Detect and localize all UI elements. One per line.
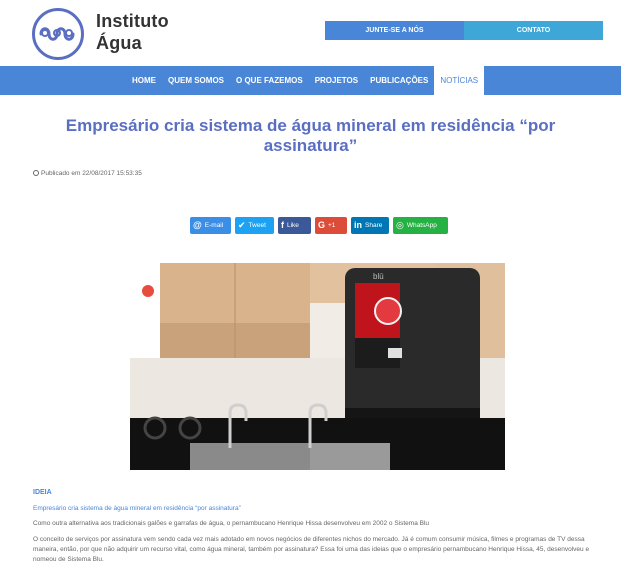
share-linkedin-button[interactable]: in Share bbox=[351, 217, 389, 234]
share-whatsapp-button[interactable]: ◎ WhatsApp bbox=[393, 217, 448, 234]
contact-button[interactable]: CONTATO bbox=[464, 21, 603, 40]
article-photo: blū bbox=[130, 263, 505, 470]
whatsapp-icon: ◎ bbox=[396, 220, 404, 230]
share-gplus-label: +1 bbox=[328, 222, 336, 229]
site-header: Instituto Água JUNTE-SE A NÓS CONTATO bbox=[0, 0, 621, 66]
share-facebook-button[interactable]: f Like bbox=[278, 217, 311, 234]
share-email-label: E-mail bbox=[204, 222, 224, 229]
publish-date: Publicado em 22/08/2017 15:53:35 bbox=[33, 170, 142, 177]
linkedin-icon: in bbox=[354, 220, 362, 230]
share-buttons: @ E-mail ✔ Tweet f Like G +1 in Share ◎ WhatsA… bbox=[190, 217, 452, 234]
nav-item-publicacoes[interactable]: PUBLICAÇÕES bbox=[364, 66, 434, 95]
share-linkedin-label: Share bbox=[365, 222, 383, 229]
join-button[interactable]: JUNTE-SE A NÓS bbox=[325, 21, 464, 40]
twitter-icon: ✔ bbox=[238, 220, 246, 230]
publish-date-text: Publicado em 22/08/2017 15:53:35 bbox=[41, 170, 142, 177]
share-tweet-label: Tweet bbox=[248, 222, 266, 229]
share-tweet-button[interactable]: ✔ Tweet bbox=[235, 217, 274, 234]
nav-item-projetos[interactable]: PROJETOS bbox=[309, 66, 364, 95]
article-paragraph-1: Como outra alternativa aos tradicionais … bbox=[33, 520, 430, 527]
article-subtitle: Empresário cria sistema de água mineral … bbox=[33, 505, 241, 512]
header-actions: JUNTE-SE A NÓS CONTATO bbox=[325, 21, 603, 40]
article-title: Empresário cria sistema de água mineral … bbox=[65, 116, 556, 155]
google-plus-icon: G bbox=[318, 220, 326, 230]
article-body: IDEIA Empresário cria sistema de água mi… bbox=[33, 489, 608, 563]
device-brand-text: blū bbox=[373, 272, 384, 281]
logo-icon[interactable] bbox=[32, 8, 84, 60]
share-gplus-button[interactable]: G +1 bbox=[315, 217, 347, 234]
nav-item-noticias[interactable]: NOTÍCIAS bbox=[434, 66, 485, 95]
share-like-label: Like bbox=[287, 222, 299, 229]
main-nav: HOME QUEM SOMOS O QUE FAZEMOS PROJETOS P… bbox=[0, 66, 621, 95]
article-tag: IDEIA bbox=[33, 489, 52, 496]
share-whatsapp-label: WhatsApp bbox=[406, 222, 437, 229]
brand-name[interactable]: Instituto Água bbox=[96, 10, 169, 54]
nav-item-quem-somos[interactable]: QUEM SOMOS bbox=[162, 66, 230, 95]
share-email-button[interactable]: @ E-mail bbox=[190, 217, 231, 234]
article-paragraph-2: O conceito de serviços por assinatura ve… bbox=[33, 536, 590, 563]
nav-item-o-que-fazemos[interactable]: O QUE FAZEMOS bbox=[230, 66, 309, 95]
at-icon: @ bbox=[193, 220, 202, 230]
brand-line2: Água bbox=[96, 33, 142, 53]
nav-item-home[interactable]: HOME bbox=[126, 66, 162, 95]
facebook-icon: f bbox=[281, 220, 284, 230]
clock-icon bbox=[33, 170, 39, 176]
brand-line1: Instituto bbox=[96, 11, 169, 31]
